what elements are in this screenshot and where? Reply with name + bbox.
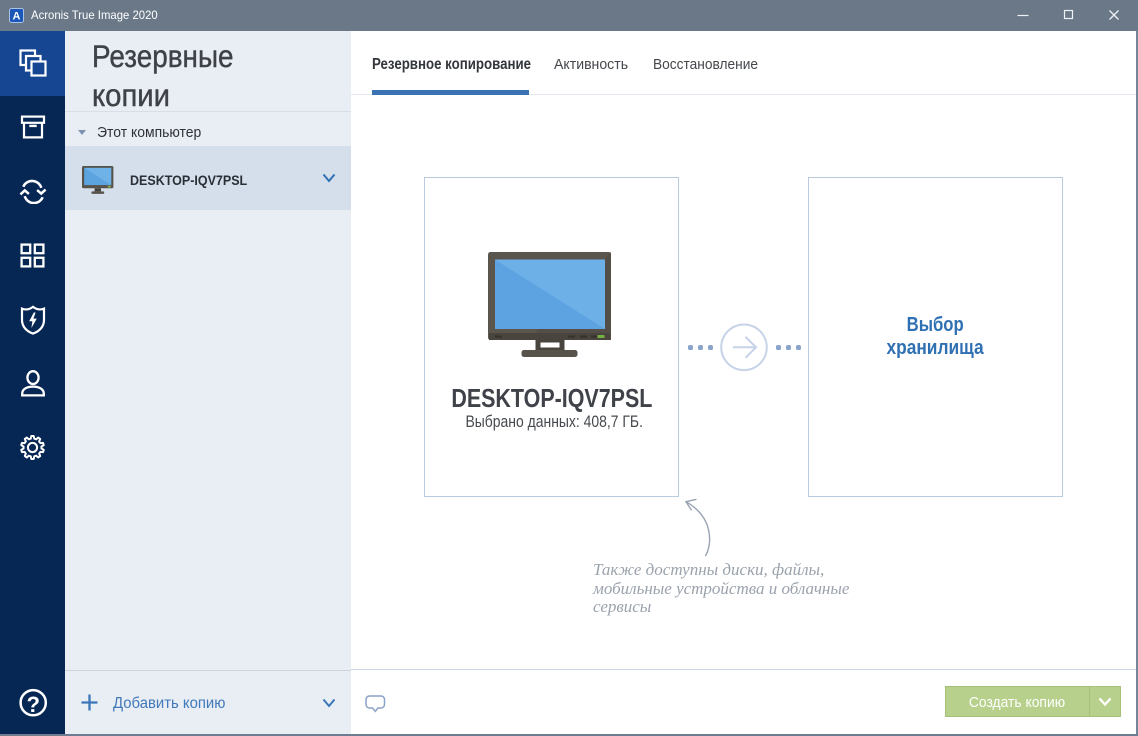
svg-text:?: ? [26,692,39,717]
svg-text:A: A [13,11,21,23]
